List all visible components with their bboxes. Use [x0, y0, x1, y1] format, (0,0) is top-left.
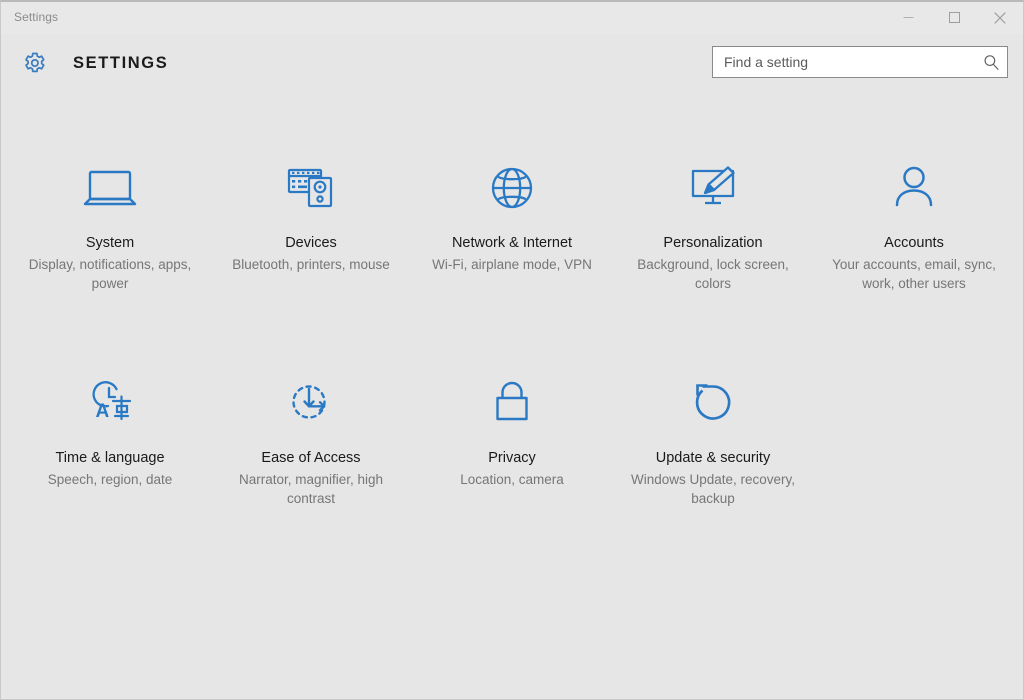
- tile-icon-wrap: A: [78, 371, 142, 437]
- tile-title: Update & security: [655, 450, 771, 466]
- window-controls: [885, 2, 1023, 34]
- tile-description: Narrator, magnifier, high contrast: [238, 472, 384, 506]
- search-icon: [984, 54, 999, 70]
- tile-description: Bluetooth, printers, mouse: [232, 257, 390, 272]
- refresh-icon: [695, 384, 731, 420]
- settings-tile-system[interactable]: System Display, notifications, apps, pow…: [10, 142, 211, 293]
- gear-icon: [25, 52, 45, 73]
- globe-icon: [491, 167, 533, 209]
- search-box[interactable]: [712, 46, 1008, 78]
- tile-description: Wi-Fi, airplane mode, VPN: [432, 257, 592, 272]
- tile-icon-wrap: [681, 156, 745, 222]
- app-header: SETTINGS: [1, 34, 1023, 92]
- settings-tile-accounts[interactable]: Accounts Your accounts, email, sync, wor…: [814, 142, 1015, 293]
- settings-gear-button[interactable]: [17, 46, 51, 80]
- tile-description: Background, lock screen, colors: [637, 257, 789, 291]
- settings-content: System Display, notifications, apps, pow…: [1, 92, 1023, 699]
- tile-title: System: [85, 235, 135, 251]
- tile-title: Network & Internet: [451, 235, 573, 251]
- clock-language-icon: A: [92, 381, 132, 422]
- ease-of-access-icon: [292, 385, 326, 419]
- settings-tile-update-security[interactable]: Update & security Windows Update, recove…: [613, 357, 814, 508]
- page-title: SETTINGS: [73, 53, 169, 72]
- tile-icon-wrap: [279, 156, 343, 222]
- settings-grid: System Display, notifications, apps, pow…: [1, 142, 1023, 508]
- tile-title: Privacy: [488, 450, 536, 466]
- tile-description: Your accounts, email, sync, work, other …: [832, 257, 996, 291]
- monitor-paintbrush-icon: [691, 166, 735, 205]
- tile-icon-wrap: [681, 371, 745, 437]
- minimize-button[interactable]: [885, 2, 931, 33]
- maximize-button[interactable]: [931, 2, 977, 33]
- search-submit-button[interactable]: [975, 47, 1007, 77]
- tile-description: Location, camera: [460, 472, 564, 487]
- minimize-icon: [903, 17, 913, 18]
- svg-text:A: A: [96, 401, 110, 422]
- tile-title: Time & language: [55, 450, 165, 466]
- tile-title: Personalization: [663, 235, 763, 251]
- settings-window: Settings SETTINGS Find a setting System …: [0, 0, 1024, 700]
- title-bar[interactable]: Settings: [1, 2, 1023, 34]
- settings-tile-time-language[interactable]: A Time & language Speech, region, date: [10, 357, 211, 508]
- tile-icon-wrap: [480, 371, 544, 437]
- window-caption: Settings: [14, 10, 59, 24]
- tile-title: Ease of Access: [261, 450, 361, 466]
- tile-description: Speech, region, date: [47, 472, 173, 487]
- maximize-icon: [948, 12, 960, 23]
- laptop-icon: [83, 170, 137, 206]
- settings-tile-personalization[interactable]: Personalization Background, lock screen,…: [613, 142, 814, 293]
- close-button[interactable]: [977, 2, 1023, 33]
- lock-icon: [496, 381, 528, 421]
- tile-icon-wrap: [279, 371, 343, 437]
- settings-tile-ease-of-access[interactable]: Ease of Access Narrator, magnifier, high…: [211, 357, 412, 508]
- tile-title: Accounts: [884, 235, 944, 251]
- tile-icon-wrap: [480, 156, 544, 222]
- search-input[interactable]: [713, 47, 975, 77]
- person-icon: [895, 166, 933, 207]
- tile-title: Devices: [285, 235, 337, 251]
- close-icon: [994, 11, 1006, 24]
- tile-icon-wrap: [882, 156, 946, 222]
- tile-description: Windows Update, recovery, backup: [630, 472, 796, 506]
- tile-icon-wrap: [78, 156, 142, 222]
- settings-tile-network-internet[interactable]: Network & Internet Wi-Fi, airplane mode,…: [412, 142, 613, 293]
- settings-tile-privacy[interactable]: Privacy Location, camera: [412, 357, 613, 508]
- settings-tile-devices[interactable]: Devices Bluetooth, printers, mouse: [211, 142, 412, 293]
- keyboard-speaker-icon: [287, 168, 333, 208]
- tile-description: Display, notifications, apps, power: [28, 257, 192, 291]
